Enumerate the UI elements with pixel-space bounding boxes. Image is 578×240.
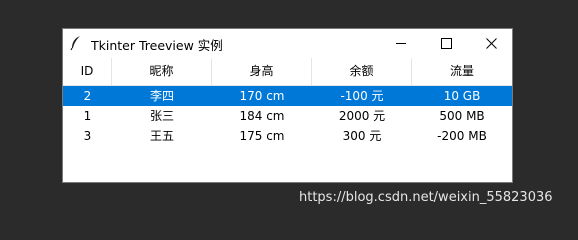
column-header-id[interactable]: ID [63, 58, 112, 85]
window-title: Tkinter Treeview 实例 [91, 38, 223, 53]
table-row[interactable]: 2 李四 170 cm -100 元 10 GB [63, 86, 512, 106]
close-icon [486, 38, 497, 49]
app-window: Tkinter Treeview 实例 ID 昵称 身高 余额 流量 2 李四 … [62, 28, 513, 183]
column-header-nickname[interactable]: 昵称 [112, 58, 212, 85]
cell-id: 3 [83, 129, 92, 143]
cell-traffic: 500 MB [439, 109, 485, 123]
cell-balance: 300 元 [342, 129, 382, 143]
cell-height: 170 cm [239, 89, 285, 103]
cell-height: 175 cm [239, 129, 285, 143]
cell-nickname: 王五 [149, 129, 174, 143]
maximize-icon [441, 38, 452, 49]
cell-traffic: -200 MB [437, 129, 487, 143]
minimize-button[interactable] [379, 29, 424, 58]
cell-id: 1 [83, 109, 92, 123]
maximize-button[interactable] [424, 29, 469, 58]
treeview-header: ID 昵称 身高 余额 流量 [63, 58, 512, 86]
cell-height: 184 cm [239, 109, 285, 123]
column-header-height[interactable]: 身高 [212, 58, 312, 85]
cell-id: 2 [83, 89, 92, 103]
watermark-text: https://blog.csdn.net/weixin_55823036 [299, 190, 553, 205]
cell-balance: -100 元 [340, 89, 384, 103]
table-row[interactable]: 3 王五 175 cm 300 元 -200 MB [63, 126, 512, 146]
close-button[interactable] [469, 29, 512, 58]
treeview[interactable]: ID 昵称 身高 余额 流量 2 李四 170 cm -100 元 10 GB … [63, 58, 512, 182]
cell-traffic: 10 GB [443, 89, 481, 103]
column-header-traffic[interactable]: 流量 [412, 58, 512, 85]
title-bar[interactable]: Tkinter Treeview 实例 [63, 29, 512, 58]
minimize-icon [396, 43, 406, 44]
cell-nickname: 李四 [149, 89, 174, 103]
cell-nickname: 张三 [149, 109, 174, 123]
table-row[interactable]: 1 张三 184 cm 2000 元 500 MB [63, 106, 512, 126]
feather-icon [69, 35, 83, 51]
column-header-balance[interactable]: 余额 [312, 58, 412, 85]
cell-balance: 2000 元 [338, 109, 386, 123]
